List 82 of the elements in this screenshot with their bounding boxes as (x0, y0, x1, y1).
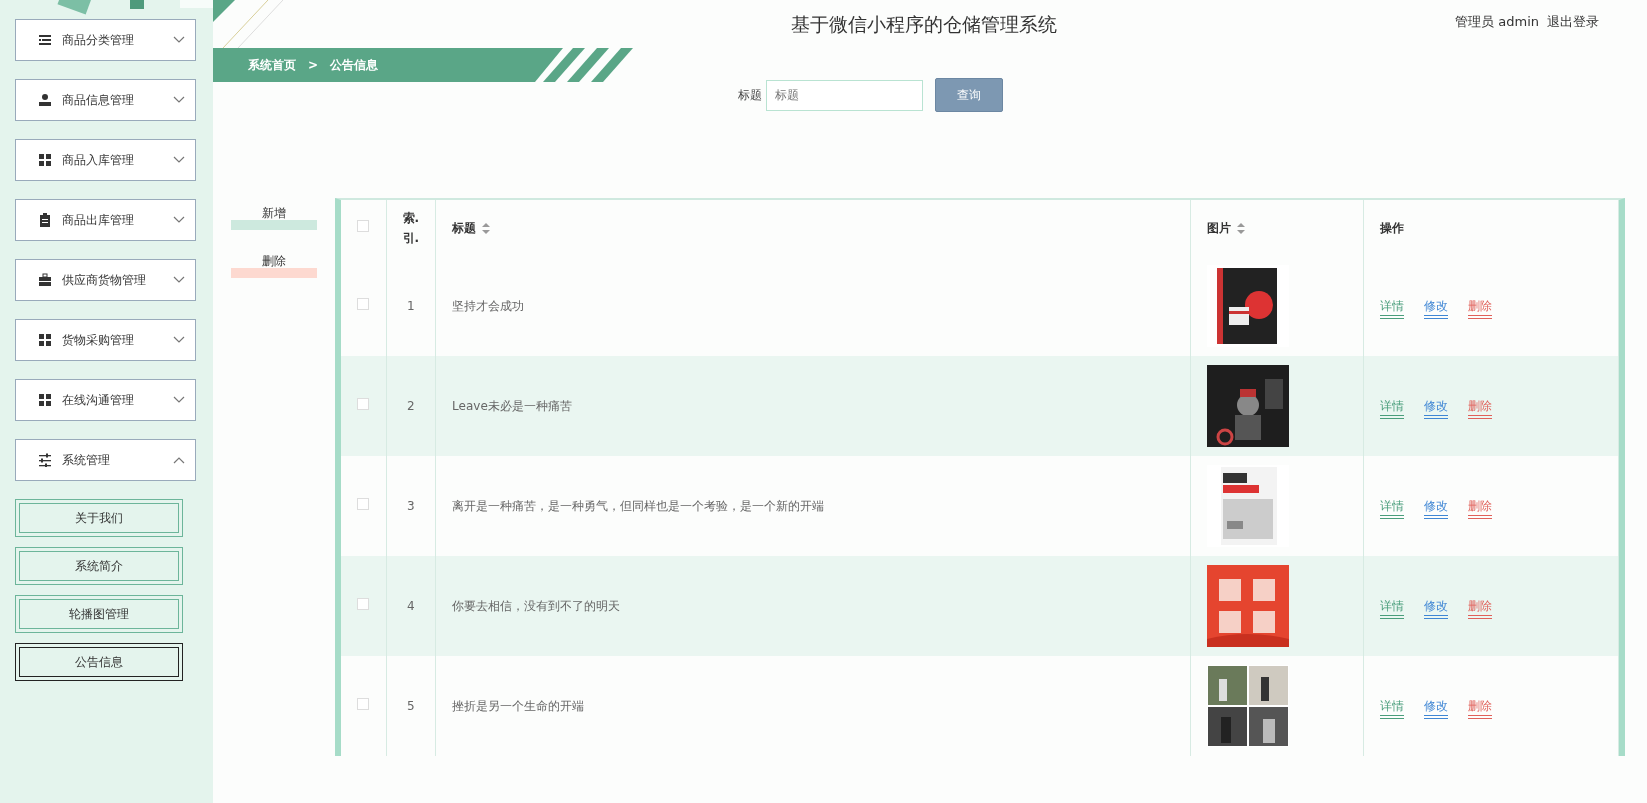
edit-link[interactable]: 修改 (1424, 399, 1448, 419)
detail-link[interactable]: 详情 (1380, 599, 1404, 619)
menu-item[interactable]: 在线沟通管理 (15, 379, 196, 421)
chevron-down-icon (173, 216, 185, 224)
search-label: 标题 (737, 87, 762, 104)
chevron-up-icon (173, 456, 185, 464)
chevron-down-icon (173, 36, 185, 44)
sliders-icon (38, 453, 52, 467)
search-field[interactable]: 标题 (765, 79, 923, 111)
chevron-down-icon (173, 396, 185, 404)
row-index: 2 (406, 399, 415, 413)
grid-icon (38, 153, 52, 167)
page-title: 基于微信小程序的仓储管理系统 (790, 12, 1059, 37)
menu-item[interactable]: 商品出库管理 (15, 199, 196, 241)
row-index: 4 (406, 599, 415, 613)
detail-link[interactable]: 详情 (1380, 299, 1404, 319)
menu-item[interactable]: 商品分类管理 (15, 19, 196, 61)
delete-link[interactable]: 删除 (1468, 499, 1492, 519)
menu-label: 系统管理 (62, 452, 110, 469)
edit-link[interactable]: 修改 (1424, 499, 1448, 519)
menu-item[interactable]: 商品信息管理 (15, 79, 196, 121)
chevron-down-icon (173, 336, 185, 344)
delete-link[interactable]: 删除 (1468, 299, 1492, 319)
column-header[interactable]: 标题 (452, 217, 477, 239)
menu-label: 在线沟通管理 (62, 392, 134, 409)
title-cell: Leave未必是一种痛苦 (452, 399, 572, 413)
menu-item[interactable]: 货物采购管理 (15, 319, 196, 361)
edit-link[interactable]: 修改 (1424, 599, 1448, 619)
edit-link[interactable]: 修改 (1424, 699, 1448, 719)
menu-label: 商品分类管理 (62, 32, 134, 49)
row-index: 5 (406, 699, 415, 713)
menu-label: 商品信息管理 (62, 92, 134, 109)
row-index: 3 (406, 499, 415, 513)
breadcrumb-item[interactable]: 公告信息 (330, 56, 379, 74)
submenu-item[interactable]: 公告信息 (15, 643, 183, 681)
menu-item[interactable]: 系统管理 (15, 439, 196, 481)
checkbox[interactable] (357, 498, 369, 510)
edit-link[interactable]: 修改 (1424, 299, 1448, 319)
grid-icon (38, 333, 52, 347)
checkbox[interactable] (357, 398, 369, 410)
menu-label: 货物采购管理 (62, 332, 134, 349)
title-cell: 离开是一种痛苦，是一种勇气，但同样也是一个考验，是一个新的开端 (452, 499, 825, 513)
detail-link[interactable]: 详情 (1380, 699, 1404, 719)
menu-label: 商品入库管理 (62, 152, 134, 169)
delete-button[interactable]: 删除 (231, 252, 317, 278)
breadcrumb-item[interactable]: 系统首页 (248, 56, 296, 74)
checkbox[interactable] (357, 598, 369, 610)
chevron-down-icon (173, 276, 185, 284)
user-name: 管理员 admin (1455, 13, 1539, 31)
breadcrumb-separator: > (308, 57, 319, 74)
column-header[interactable]: 图片 (1207, 217, 1231, 239)
chevron-down-icon (173, 156, 185, 164)
add-button[interactable]: 新增 (231, 204, 317, 230)
checkbox[interactable] (357, 298, 369, 310)
menu-item[interactable]: 供应商货物管理 (15, 259, 196, 301)
submenu-item[interactable]: 轮播图管理 (15, 595, 183, 633)
column-header: 操作 (1380, 219, 1404, 237)
title-cell: 你要去相信，没有到不了的明天 (452, 599, 621, 613)
list-icon (38, 33, 52, 47)
menu-label: 商品出库管理 (62, 212, 134, 229)
menu-label: 供应商货物管理 (62, 272, 146, 289)
chevron-down-icon (173, 96, 185, 104)
checkbox[interactable] (357, 220, 369, 232)
submenu-item[interactable]: 关于我们 (15, 499, 183, 537)
delete-link[interactable]: 删除 (1468, 599, 1492, 619)
clipboard-icon (38, 213, 52, 227)
checkbox[interactable] (357, 698, 369, 710)
menu-item[interactable]: 商品入库管理 (15, 139, 196, 181)
briefcase-icon (38, 273, 52, 287)
title-cell: 挫折是另一个生命的开端 (452, 699, 585, 713)
title-cell: 坚持才会成功 (452, 299, 525, 313)
delete-link[interactable]: 删除 (1468, 699, 1492, 719)
logout-link[interactable]: 退出登录 (1547, 12, 1599, 32)
column-header: 索. 引. (402, 209, 420, 247)
row-index: 1 (406, 299, 415, 313)
detail-link[interactable]: 详情 (1380, 399, 1404, 419)
person-icon (38, 93, 52, 107)
grid-icon (38, 393, 52, 407)
detail-link[interactable]: 详情 (1380, 499, 1404, 519)
delete-link[interactable]: 删除 (1468, 399, 1492, 419)
submenu-item[interactable]: 系统简介 (15, 547, 183, 585)
search-button[interactable]: 查询 (934, 78, 1003, 112)
